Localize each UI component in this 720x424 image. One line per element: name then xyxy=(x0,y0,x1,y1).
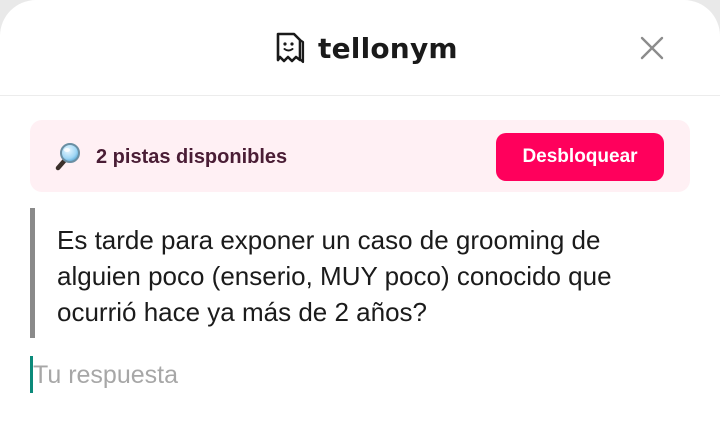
answer-field-wrapper xyxy=(30,356,690,394)
brand-name: tellonym xyxy=(318,31,458,65)
close-icon[interactable] xyxy=(636,32,668,64)
hints-bar: 2 pistas disponibles Desbloquear xyxy=(30,120,690,192)
magnifier-icon xyxy=(55,143,80,171)
header: tellonym xyxy=(0,0,720,96)
hints-label: 2 pistas disponibles xyxy=(96,146,288,168)
unlock-button[interactable]: Desbloquear xyxy=(496,133,664,181)
brand: tellonym xyxy=(274,28,458,68)
answer-input[interactable] xyxy=(33,358,673,392)
question-card: Es tarde para exponer un caso de groomin… xyxy=(30,208,690,338)
question-text: Es tarde para exponer un caso de groomin… xyxy=(57,225,612,327)
tellonym-logo-icon xyxy=(276,32,305,64)
question-sheet: tellonym 2 pistas disponibles Desbloquea… xyxy=(0,0,720,424)
